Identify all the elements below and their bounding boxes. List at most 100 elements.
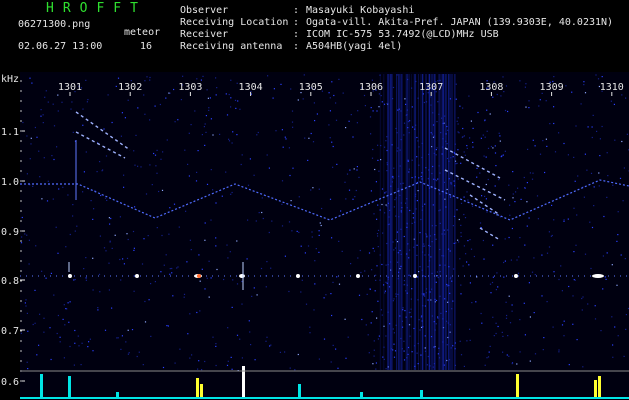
noise-speckle xyxy=(457,117,459,119)
noise-speckle xyxy=(373,250,375,252)
noise-speckle xyxy=(472,127,474,129)
noise-speckle xyxy=(545,138,547,140)
noise-speckle xyxy=(510,259,512,261)
noise-speckle xyxy=(372,148,374,151)
noise-speckle xyxy=(119,216,121,218)
noise-speckle xyxy=(532,172,534,174)
noise-speckle xyxy=(487,178,489,181)
noise-speckle xyxy=(268,231,270,234)
noise-speckle xyxy=(553,76,555,78)
noise-speckle xyxy=(291,230,293,232)
noise-speckle xyxy=(380,309,382,311)
meteor-echo xyxy=(197,274,201,278)
noise-speckle xyxy=(331,81,333,83)
noise-speckle xyxy=(504,150,506,152)
noise-speckle xyxy=(485,156,487,158)
noise-speckle xyxy=(457,131,459,133)
noise-speckle xyxy=(484,136,486,138)
noise-speckle xyxy=(39,176,41,178)
noise-speckle xyxy=(404,98,406,100)
noise-speckle xyxy=(462,265,464,267)
meteor-bar xyxy=(420,390,423,398)
noise-speckle xyxy=(154,281,156,283)
noise-speckle xyxy=(318,230,320,232)
noise-speckle xyxy=(573,156,575,158)
meteor-bar xyxy=(68,376,71,398)
noise-speckle xyxy=(212,336,214,338)
noise-speckle xyxy=(337,367,339,369)
noise-speckle xyxy=(206,89,208,91)
noise-speckle xyxy=(467,240,469,242)
noise-speckle xyxy=(372,247,374,249)
noise-speckle xyxy=(296,230,298,232)
noise-speckle xyxy=(548,231,550,233)
noise-speckle xyxy=(76,225,78,227)
noise-speckle xyxy=(205,115,207,117)
noise-speckle xyxy=(492,276,494,278)
noise-speckle xyxy=(416,254,418,256)
noise-speckle xyxy=(558,132,560,134)
noise-speckle xyxy=(368,352,370,354)
noise-speckle xyxy=(227,257,229,259)
noise-speckle xyxy=(460,224,462,226)
noise-speckle xyxy=(318,251,320,253)
noise-speckle xyxy=(187,163,189,165)
noise-speckle xyxy=(512,193,514,195)
noise-speckle xyxy=(236,283,239,285)
noise-speckle xyxy=(42,114,44,116)
noise-speckle xyxy=(416,156,418,158)
noise-speckle xyxy=(611,264,613,266)
noise-speckle xyxy=(504,238,506,240)
noise-speckle xyxy=(484,364,486,366)
noise-speckle xyxy=(621,94,623,96)
noise-speckle xyxy=(394,199,396,201)
noise-speckle xyxy=(345,127,347,129)
noise-speckle xyxy=(514,201,516,203)
noise-speckle xyxy=(616,284,618,286)
noise-speckle xyxy=(594,318,597,320)
noise-speckle xyxy=(198,360,200,362)
noise-speckle xyxy=(435,323,437,325)
noise-speckle xyxy=(271,220,273,222)
noise-speckle xyxy=(167,325,169,327)
noise-speckle xyxy=(109,223,111,225)
noise-speckle xyxy=(25,299,27,301)
noise-speckle xyxy=(69,301,71,303)
noise-speckle xyxy=(208,109,210,111)
noise-speckle xyxy=(542,349,544,351)
noise-speckle xyxy=(59,336,61,338)
noise-speckle xyxy=(460,293,462,295)
noise-speckle xyxy=(288,290,290,293)
noise-speckle xyxy=(625,97,627,99)
noise-speckle xyxy=(508,236,510,239)
noise-speckle xyxy=(375,279,377,281)
noise-speckle xyxy=(476,176,478,178)
noise-speckle xyxy=(36,354,38,356)
noise-speckle xyxy=(310,132,312,135)
noise-speckle xyxy=(468,95,470,97)
noise-speckle xyxy=(32,323,34,326)
noise-speckle xyxy=(195,180,198,182)
noise-speckle xyxy=(197,368,199,370)
noise-speckle xyxy=(115,85,117,87)
noise-speckle xyxy=(489,345,491,347)
noise-speckle xyxy=(459,340,461,342)
noise-speckle xyxy=(56,146,58,148)
noise-speckle xyxy=(215,202,217,204)
noise-speckle xyxy=(122,258,124,260)
noise-speckle xyxy=(81,342,83,344)
noise-speckle xyxy=(554,151,557,153)
noise-speckle xyxy=(373,340,375,342)
noise-speckle xyxy=(342,92,344,94)
noise-speckle xyxy=(240,163,242,166)
noise-speckle xyxy=(467,199,469,201)
noise-speckle xyxy=(353,168,355,170)
noise-speckle xyxy=(261,211,263,214)
noise-speckle xyxy=(190,124,192,126)
noise-speckle xyxy=(602,255,604,257)
noise-speckle xyxy=(364,270,366,272)
noise-speckle xyxy=(373,355,375,357)
noise-speckle xyxy=(177,119,179,121)
noise-speckle xyxy=(166,325,168,327)
noise-speckle xyxy=(463,151,465,153)
